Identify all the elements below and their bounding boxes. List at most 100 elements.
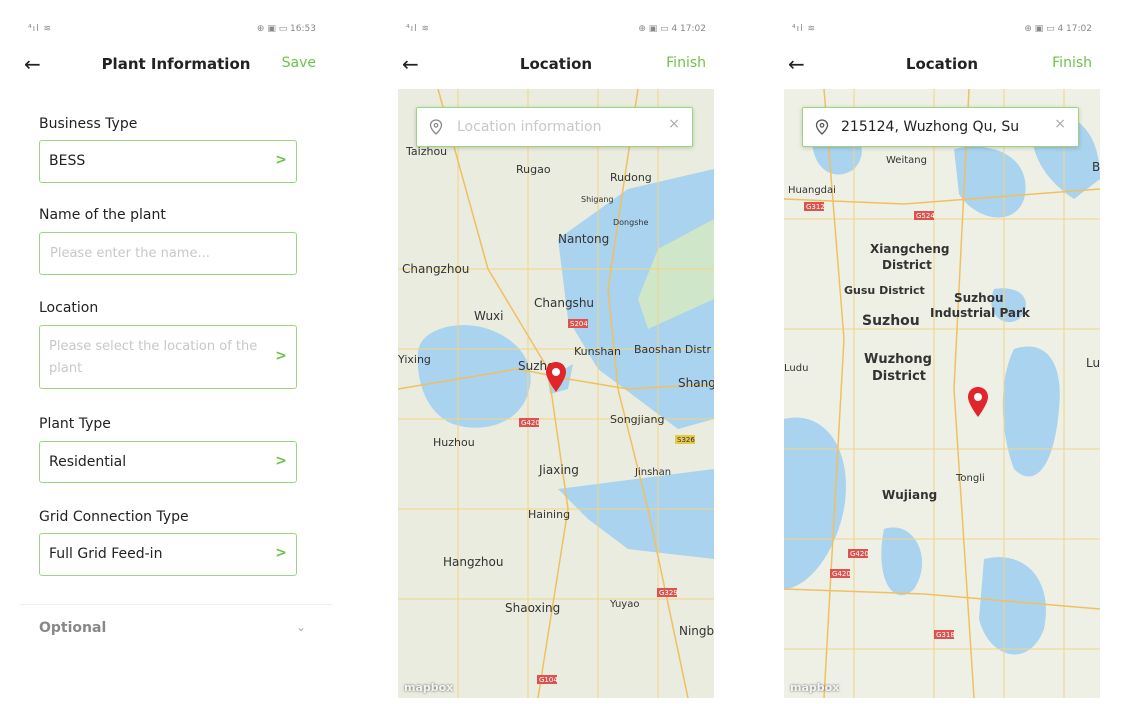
app-bar: ← Location Finish — [398, 50, 714, 80]
finish-button[interactable]: Finish — [666, 55, 706, 71]
road-shield-label: G104 — [539, 676, 558, 684]
map-label: Dongshe — [613, 218, 648, 227]
map-label: Wuzhong — [864, 352, 932, 367]
map-label: Suzhou — [954, 291, 1004, 305]
grid-connection-value: Full Grid Feed-in — [49, 546, 163, 562]
map-label: Songjiang — [610, 413, 664, 426]
mapbox-logo: mapbox — [790, 681, 840, 694]
map-label: Wuxi — [474, 309, 503, 323]
business-type-value: BESS — [49, 153, 86, 169]
map-label: Yixing — [398, 353, 431, 366]
status-clock: ⊕ ▣ ▭ 4 17:02 — [638, 24, 706, 34]
map-label: Rugao — [516, 163, 551, 176]
map-label: Haining — [528, 508, 570, 521]
location-screen-empty: ⁴ıl ≋ ⊕ ▣ ▭ 4 17:02 ← Location Finish Ta… — [398, 0, 714, 704]
map-canvas: Weitang Huangdai Xiangcheng District Gus… — [784, 89, 1100, 698]
clear-icon[interactable]: × — [668, 116, 680, 132]
road-shield-label: G329 — [659, 589, 678, 597]
map-label: Rudong — [610, 171, 652, 184]
signal-icon: ⁴ıl ≋ — [28, 24, 53, 34]
map-label: Ningb — [679, 624, 714, 638]
map-label: Huangdai — [788, 185, 836, 196]
map-label: Kunshan — [574, 345, 621, 358]
clear-icon[interactable]: × — [1054, 116, 1066, 132]
grid-connection-select[interactable]: Full Grid Feed-in > — [39, 533, 297, 576]
road-shield-label: S204 — [570, 320, 588, 328]
location-pin-icon — [429, 119, 443, 135]
location-search-bar: × — [416, 107, 693, 147]
map-label: Ludu — [784, 363, 808, 374]
app-bar: ← Plant Information Save — [20, 50, 332, 80]
chevron-right-icon: > — [275, 545, 287, 561]
plant-name-field — [39, 232, 297, 275]
map-label: Shaoxing — [505, 601, 560, 615]
map-label: Jiaxing — [538, 463, 579, 477]
map-view[interactable]: Taizhou Rugao Rudong Shigang Dongshe Nan… — [398, 89, 714, 698]
map-label: Hangzhou — [443, 555, 503, 569]
road-shield-label: G420 — [850, 550, 869, 558]
map-label: Jinshan — [634, 467, 671, 478]
map-marker-icon[interactable] — [966, 386, 990, 418]
map-label: Nantong — [558, 232, 609, 246]
back-arrow-icon[interactable]: ← — [788, 52, 805, 76]
chevron-right-icon: > — [275, 152, 287, 168]
save-button[interactable]: Save — [282, 55, 316, 71]
map-label: B — [1092, 160, 1100, 174]
back-arrow-icon[interactable]: ← — [24, 52, 41, 76]
location-pin-icon — [815, 119, 829, 135]
chevron-right-icon: > — [275, 453, 287, 469]
plant-name-input[interactable] — [48, 233, 287, 273]
map-label: Changzhou — [402, 262, 469, 276]
plant-type-label: Plant Type — [39, 416, 111, 432]
location-search-bar[interactable]: 215124, Wuzhong Qu, Su × — [802, 107, 1079, 147]
plant-name-label: Name of the plant — [39, 207, 166, 223]
chevron-down-icon[interactable]: ⌄ — [296, 620, 306, 634]
map-label: Lu — [1086, 356, 1100, 370]
map-label: Changshu — [534, 296, 594, 310]
map-label: Yuyao — [609, 599, 639, 610]
finish-button[interactable]: Finish — [1052, 55, 1092, 71]
location-select[interactable]: Please select the location of the plant … — [39, 325, 297, 389]
road-shield-label: G312 — [806, 203, 825, 211]
status-clock: ⊕ ▣ ▭ 16:53 — [256, 24, 316, 34]
app-bar: ← Location Finish — [784, 50, 1100, 80]
map-label: Tongli — [955, 473, 985, 484]
road-shield-label: G420 — [521, 419, 540, 427]
back-arrow-icon[interactable]: ← — [402, 52, 419, 76]
location-search-input[interactable] — [455, 109, 664, 145]
map-label: Shang — [678, 376, 714, 390]
signal-icon: ⁴ıl ≋ — [406, 24, 431, 34]
business-type-label: Business Type — [39, 116, 138, 132]
status-clock: ⊕ ▣ ▭ 4 17:02 — [1024, 24, 1092, 34]
map-label: District — [872, 369, 926, 384]
status-bar: ⁴ıl ≋ ⊕ ▣ ▭ 4 17:02 — [784, 22, 1100, 38]
location-placeholder: Please select the location of the plant — [49, 339, 258, 376]
optional-section-toggle[interactable]: Optional — [39, 620, 106, 636]
divider — [20, 604, 332, 605]
map-label: Baoshan Distr — [634, 343, 711, 356]
plant-information-screen: ⁴ıl ≋ ⊕ ▣ ▭ 16:53 ← Plant Information Sa… — [20, 0, 332, 704]
chevron-right-icon: > — [275, 348, 287, 364]
map-label: Wujiang — [882, 488, 937, 502]
plant-type-select[interactable]: Residential > — [39, 441, 297, 483]
map-label: Suzhou — [862, 313, 920, 329]
grid-connection-label: Grid Connection Type — [39, 509, 189, 525]
location-search-value[interactable]: 215124, Wuzhong Qu, Su — [841, 108, 1051, 146]
plant-type-value: Residential — [49, 454, 127, 470]
location-screen-selected: ⁴ıl ≋ ⊕ ▣ ▭ 4 17:02 ← Location Finish We… — [784, 0, 1100, 704]
map-label: Industrial Park — [930, 306, 1031, 320]
road-shield-label: G420 — [832, 570, 851, 578]
map-label: District — [882, 258, 932, 272]
map-label: Gusu District — [844, 284, 925, 297]
status-bar: ⁴ıl ≋ ⊕ ▣ ▭ 16:53 — [20, 22, 332, 38]
map-view[interactable]: Weitang Huangdai Xiangcheng District Gus… — [784, 89, 1100, 698]
status-bar: ⁴ıl ≋ ⊕ ▣ ▭ 4 17:02 — [398, 22, 714, 38]
location-label: Location — [39, 300, 99, 316]
map-marker-icon[interactable] — [544, 361, 568, 393]
business-type-select[interactable]: BESS > — [39, 140, 297, 183]
mapbox-logo: mapbox — [404, 681, 454, 694]
map-label: Weitang — [886, 155, 927, 166]
map-label: Shigang — [581, 195, 614, 204]
map-label: Huzhou — [433, 436, 475, 449]
map-label: Xiangcheng — [870, 242, 950, 256]
